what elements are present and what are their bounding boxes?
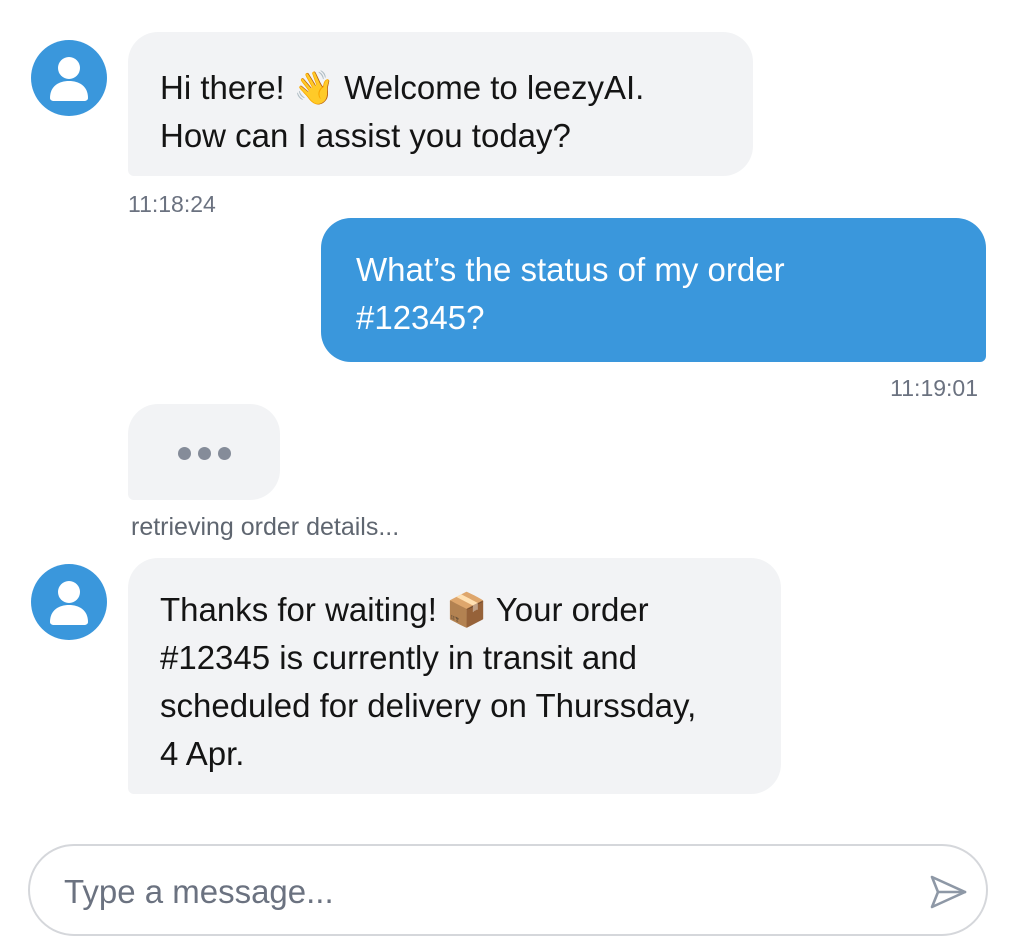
typing-dots-icon xyxy=(178,447,231,460)
typing-indicator-bubble xyxy=(128,404,280,500)
user-message-bubble: What’s the status of my order #12345? xyxy=(321,218,986,362)
bot-message-bubble: Thanks for waiting! 📦 Your order #12345 … xyxy=(128,558,781,794)
message-text: Hi there! 👋 Welcome to leezyAI. How can … xyxy=(160,69,645,154)
message-input[interactable] xyxy=(62,866,886,918)
message-timestamp: 11:18:24 xyxy=(128,191,216,217)
typing-status-text: retrieving order details... xyxy=(131,513,400,541)
bot-message-bubble: Hi there! 👋 Welcome to leezyAI. How can … xyxy=(128,32,753,176)
typing-dot xyxy=(218,447,231,460)
chat-window: Hi there! 👋 Welcome to leezyAI. How can … xyxy=(0,0,1016,952)
message-timestamp: 11:19:01 xyxy=(890,375,978,401)
bot-avatar-icon xyxy=(31,564,107,640)
send-button[interactable] xyxy=(926,870,970,914)
typing-dot xyxy=(198,447,211,460)
bot-avatar-icon xyxy=(31,40,107,116)
typing-dot xyxy=(178,447,191,460)
message-text: What’s the status of my order #12345? xyxy=(356,251,785,336)
send-icon xyxy=(930,875,967,909)
message-composer xyxy=(28,844,988,936)
message-text: Thanks for waiting! 📦 Your order #12345 … xyxy=(160,591,697,772)
